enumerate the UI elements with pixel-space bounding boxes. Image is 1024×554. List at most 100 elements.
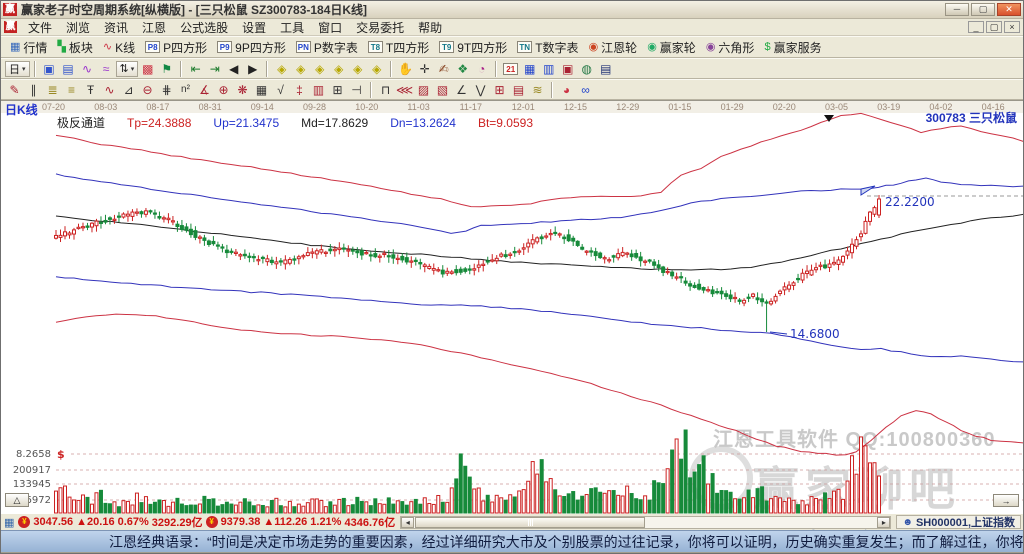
t9-square-button[interactable]: T9 9T四方形 bbox=[434, 38, 512, 57]
winner-service-button[interactable]: $ 赢家服务 bbox=[759, 38, 826, 57]
parallel-lines-icon[interactable]: ∥ bbox=[24, 81, 43, 98]
grid-box-icon[interactable]: ⊞ bbox=[490, 81, 509, 98]
circle-cross-icon[interactable]: ⊕ bbox=[214, 81, 233, 98]
p9-square-button[interactable]: P9 9P四方形 bbox=[212, 38, 291, 57]
calculator-icon[interactable]: ▦ bbox=[520, 60, 539, 77]
pan-hand-icon[interactable]: ✋ bbox=[396, 60, 415, 77]
bars-tool-icon[interactable]: ‡ bbox=[290, 81, 309, 98]
menu-item-9[interactable]: 帮助 bbox=[411, 21, 449, 35]
overlay-selector[interactable]: ⇅ ▾ bbox=[115, 60, 139, 77]
scroll-right-button[interactable]: → bbox=[993, 494, 1019, 507]
diamond-zoomin-icon[interactable]: ◈ bbox=[348, 60, 367, 77]
info-panel-icon[interactable]: ▤ bbox=[59, 60, 78, 77]
diamond-hexpand-icon[interactable]: ◈ bbox=[329, 60, 348, 77]
menu-item-6[interactable]: 工具 bbox=[273, 21, 311, 35]
hexagon-button[interactable]: ◉ 六角形 bbox=[701, 38, 760, 57]
chart-area[interactable]: 日K线 07-20 08-03 08-17 08-31 09-14 09-28 10-20 1… bbox=[1, 100, 1024, 515]
infinity-icon[interactable]: ∞ bbox=[576, 81, 595, 98]
crosshair-icon[interactable]: ✛ bbox=[415, 60, 434, 77]
diamond-hshrink-icon[interactable]: ◈ bbox=[310, 60, 329, 77]
quote-grid-icon[interactable]: ▦ bbox=[4, 516, 14, 529]
menu-item-0[interactable]: 文件 bbox=[21, 21, 59, 35]
scroll-left-arrow[interactable]: ◂ bbox=[401, 516, 415, 528]
kline-chart-canvas[interactable]: 8.2658 $2009171339456697222.220014.6800 bbox=[1, 101, 1024, 514]
kline-button[interactable]: ∿ K线 bbox=[98, 38, 140, 57]
expand-volume-button[interactable]: △ bbox=[5, 493, 29, 507]
calendar-icon[interactable]: 21 bbox=[501, 60, 520, 77]
save-icon[interactable]: ▣ bbox=[558, 60, 577, 77]
hatch-box2-icon[interactable]: ▧ bbox=[433, 81, 452, 98]
period-selector[interactable]: 日 ▾ bbox=[5, 60, 30, 77]
first-page-icon[interactable]: ⇤ bbox=[186, 60, 205, 77]
band-box-icon[interactable]: ▤ bbox=[509, 81, 528, 98]
diamond-left-icon[interactable]: ◈ bbox=[272, 60, 291, 77]
grid-tool-icon[interactable]: ⋕ bbox=[157, 81, 176, 98]
gann-tag-icon[interactable]: ❖ bbox=[453, 60, 472, 77]
triangle-tool-icon[interactable]: ⊿ bbox=[119, 81, 138, 98]
last-page-icon[interactable]: ⇥ bbox=[205, 60, 224, 77]
menu-item-8[interactable]: 交易委托 bbox=[349, 21, 411, 35]
gann-wheel-button[interactable]: ◉ 江恩轮 bbox=[584, 38, 643, 57]
menu-item-7[interactable]: 窗口 bbox=[311, 21, 349, 35]
t9-square-icon: T9 bbox=[439, 41, 455, 53]
n2-tool-icon[interactable]: n² bbox=[176, 81, 195, 98]
angle-measure-icon[interactable]: ∡ bbox=[195, 81, 214, 98]
quotes-button[interactable]: ▦ 行情 bbox=[5, 38, 52, 57]
child-minimize-button[interactable]: _ bbox=[968, 21, 984, 33]
next-page-icon[interactable]: ▶ bbox=[243, 60, 262, 77]
network-icon[interactable]: ◍ bbox=[577, 60, 596, 77]
data-table-icon[interactable]: ▥ bbox=[539, 60, 558, 77]
toolbar-separator bbox=[370, 81, 372, 98]
starburst-icon[interactable]: ❋ bbox=[233, 81, 252, 98]
terminal-icon[interactable]: ▤ bbox=[596, 60, 615, 77]
date-tick: 01-15 bbox=[668, 102, 692, 112]
fan-lines-icon[interactable]: ⋘ bbox=[395, 81, 414, 98]
diamond-zoomout-icon[interactable]: ◈ bbox=[367, 60, 386, 77]
pie-icon[interactable]: ◕ bbox=[557, 81, 576, 98]
close-button[interactable]: ✕ bbox=[997, 3, 1021, 16]
cycle-icon[interactable]: ◔ bbox=[472, 60, 491, 77]
annotate-icon[interactable]: ✍ bbox=[434, 60, 453, 77]
p-digit-table-button[interactable]: PN P数字表 bbox=[291, 38, 363, 57]
child-restore-button[interactable]: ▢ bbox=[986, 21, 1002, 33]
maximize-button[interactable]: ▢ bbox=[971, 3, 995, 16]
hatch-box-icon[interactable]: ▨ bbox=[414, 81, 433, 98]
measure-icon[interactable]: ⊣ bbox=[347, 81, 366, 98]
wave-v-icon[interactable]: ⋁ bbox=[471, 81, 490, 98]
golden-grid2-icon[interactable]: ≡ bbox=[62, 81, 81, 98]
menu-item-2[interactable]: 资讯 bbox=[97, 21, 135, 35]
scrollbar-thumb[interactable] bbox=[415, 516, 646, 528]
circle-tool-icon[interactable]: ⊖ bbox=[138, 81, 157, 98]
p-square-button[interactable]: P8 P四方形 bbox=[140, 38, 212, 57]
gann-wheel-icon: ◉ bbox=[588, 40, 599, 53]
t-square-button[interactable]: T8 T四方形 bbox=[363, 38, 434, 57]
brush-icon[interactable]: ✎ bbox=[5, 81, 24, 98]
menu-item-3[interactable]: 江恩 bbox=[135, 21, 173, 35]
sectors-button[interactable]: ▚ 板块 bbox=[52, 38, 97, 57]
winner-wheel-button[interactable]: ◉ 赢家轮 bbox=[642, 38, 701, 57]
menu-item-5[interactable]: 设置 bbox=[235, 21, 273, 35]
prev-page-icon[interactable]: ◀ bbox=[224, 60, 243, 77]
band-tool-icon[interactable]: ▥ bbox=[309, 81, 328, 98]
wave-tool-icon[interactable]: ∿ bbox=[100, 81, 119, 98]
angle-line-icon[interactable]: ∠ bbox=[452, 81, 471, 98]
minimize-button[interactable]: ─ bbox=[945, 3, 969, 16]
channel-icon[interactable]: ≋ bbox=[528, 81, 547, 98]
golden-grid-icon[interactable]: ≣ bbox=[43, 81, 62, 98]
curve-icon[interactable]: ∿ bbox=[78, 60, 97, 77]
menu-item-4[interactable]: 公式选股 bbox=[173, 21, 235, 35]
t-digit-table-button[interactable]: TN T数字表 bbox=[512, 38, 583, 57]
child-close-button[interactable]: × bbox=[1004, 21, 1020, 33]
check-tool-icon[interactable]: √ bbox=[271, 81, 290, 98]
chart-grid-icon[interactable]: ▦ bbox=[252, 81, 271, 98]
curve2-icon[interactable]: ≈ bbox=[97, 60, 116, 77]
menu-item-1[interactable]: 浏览 bbox=[59, 21, 97, 35]
t-ruler-icon[interactable]: Ŧ bbox=[81, 81, 100, 98]
diamond-right-icon[interactable]: ◈ bbox=[291, 60, 310, 77]
box-tool-icon[interactable]: ⊓ bbox=[376, 81, 395, 98]
chip-panel-icon[interactable]: ▣ bbox=[40, 60, 59, 77]
grid-plus-icon[interactable]: ⊞ bbox=[328, 81, 347, 98]
flag-icon[interactable]: ⚑ bbox=[157, 60, 176, 77]
titlebar[interactable]: 赢 赢家老子时空周期系统[纵横版] - [三只松鼠 SZ300783-184日K… bbox=[1, 1, 1023, 19]
rights-adjust-icon[interactable]: ▩ bbox=[138, 60, 157, 77]
